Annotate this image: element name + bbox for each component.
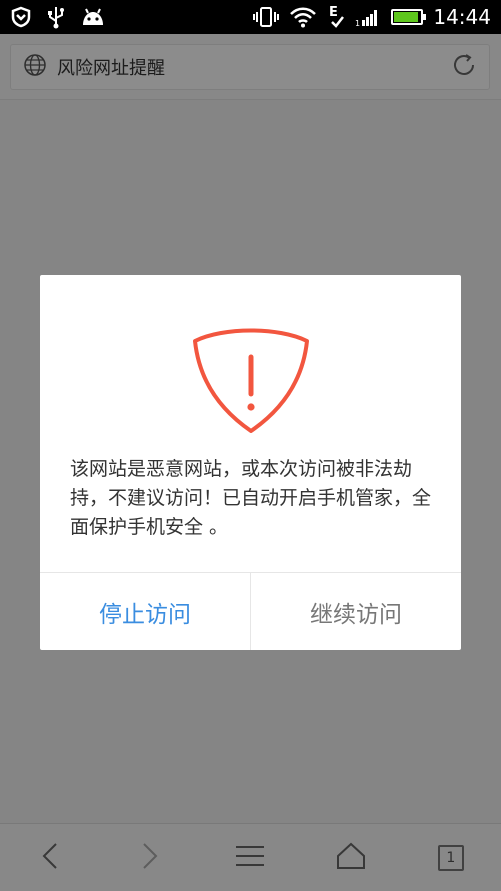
risk-warning-dialog: 该网站是恶意网站，或本次访问被非法劫持，不建议访问！已自动开启手机管家，全面保护…	[40, 275, 461, 650]
svg-text:1: 1	[355, 19, 360, 27]
shield-icon	[10, 6, 32, 28]
vibrate-icon	[253, 6, 280, 28]
status-left-icons	[10, 5, 106, 29]
warning-message: 该网站是恶意网站，或本次访问被非法劫持，不建议访问！已自动开启手机管家，全面保护…	[70, 458, 432, 538]
status-right-icons: E 1 14:44	[253, 4, 491, 30]
usb-icon	[46, 5, 66, 29]
network-type-icon: E	[327, 4, 345, 30]
continue-visit-button[interactable]: 继续访问	[250, 573, 461, 650]
status-bar: E 1 14:44	[0, 0, 501, 34]
warning-shield-icon	[193, 321, 309, 433]
svg-text:E: E	[329, 5, 338, 20]
wifi-icon	[289, 6, 317, 28]
battery-fill	[394, 12, 418, 22]
dialog-actions: 停止访问 继续访问	[40, 572, 461, 650]
stop-visit-button[interactable]: 停止访问	[40, 573, 250, 650]
status-time: 14:44	[433, 5, 491, 29]
signal-icon: 1	[355, 7, 381, 27]
android-icon	[80, 7, 106, 27]
battery-icon	[391, 9, 427, 25]
